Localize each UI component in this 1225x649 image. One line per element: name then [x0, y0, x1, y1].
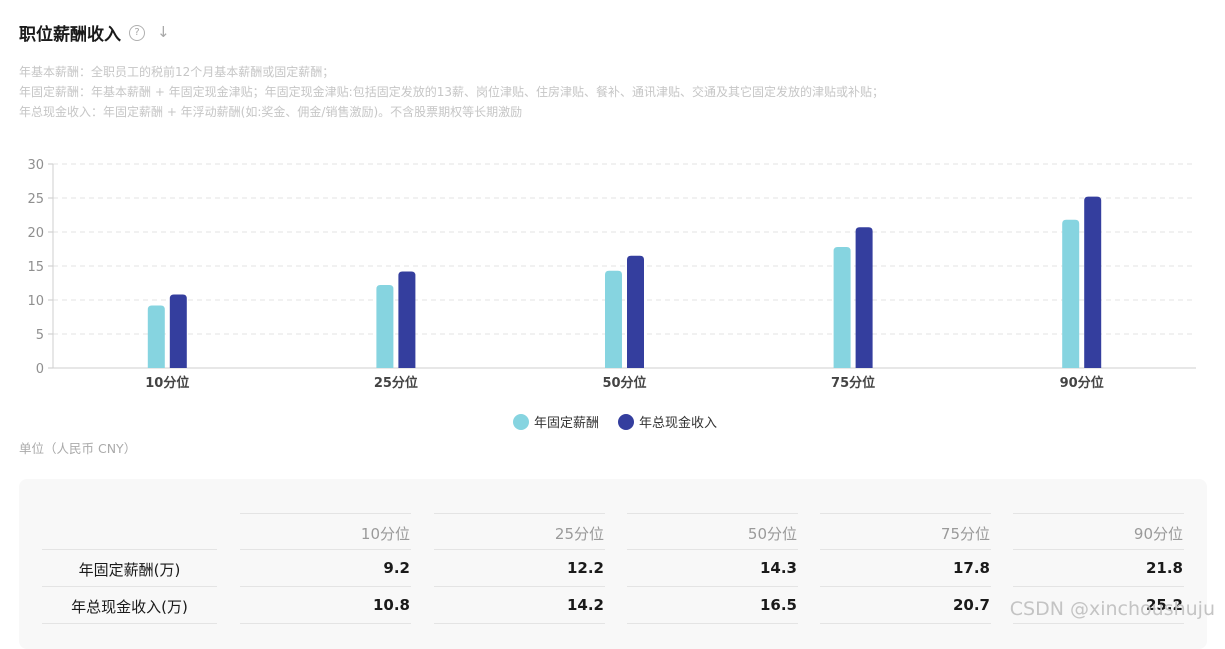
y-tick-label: 10 [27, 294, 44, 309]
bar [398, 271, 416, 368]
x-tick-label: 10分位 [145, 375, 189, 391]
help-icon[interactable]: ? [129, 24, 145, 41]
table-divider [627, 586, 798, 587]
table-cell: 14.3 [759, 559, 797, 577]
bar [376, 285, 394, 368]
bar [627, 255, 644, 368]
table-divider [627, 549, 798, 550]
bar [169, 294, 187, 368]
unit-label: 单位（人民币 CNY） [19, 441, 137, 456]
legend-label: 年固定薪酬 [534, 416, 599, 431]
column-header: 75分位 [940, 525, 990, 543]
table-divider [434, 586, 605, 587]
bar [1084, 196, 1102, 368]
note-line: 年固定薪酬：年基本薪酬 + 年固定现金津贴；年固定现金津贴:包括固定发放的13薪… [19, 85, 885, 99]
table-divider [1013, 623, 1184, 624]
note-line: 年基本薪酬：全职员工的税前12个月基本薪酬或固定薪酬； [19, 65, 335, 79]
definition-notes: 年基本薪酬：全职员工的税前12个月基本薪酬或固定薪酬； 年固定薪酬：年基本薪酬 … [19, 62, 884, 122]
table-divider [42, 623, 217, 624]
legend-swatch [618, 414, 634, 430]
table-divider [240, 586, 411, 587]
table-divider [434, 549, 605, 550]
y-tick-label: 5 [36, 328, 44, 343]
x-tick-label: 50分位 [602, 375, 646, 391]
y-tick-label: 20 [27, 226, 44, 241]
y-tick-label: 15 [27, 260, 44, 275]
table-divider [820, 513, 991, 514]
table-divider [240, 623, 411, 624]
column-header: 90分位 [1133, 525, 1183, 543]
table-cell: 16.5 [759, 596, 797, 614]
x-tick-label: 25分位 [374, 375, 418, 391]
table-divider [820, 549, 991, 550]
table-cell: 9.2 [383, 559, 410, 577]
table-divider [820, 623, 991, 624]
note-line: 年总现金收入：年固定薪酬 + 年浮动薪酬(如:奖金、佣金/销售激励)。不含股票期… [19, 105, 523, 119]
table-divider [42, 549, 217, 550]
bar [833, 246, 851, 368]
title-row: 职位薪酬收入 ? ↓ [19, 20, 170, 45]
table-divider [42, 586, 217, 587]
row-label: 年总现金收入(万) [71, 598, 188, 616]
bar [147, 305, 165, 368]
table-divider [627, 623, 798, 624]
column-header: 25分位 [554, 525, 604, 543]
salary-bar-chart: 0 5 10 15 20 25 30 10分位 25分位 50分位 75分位 90分位年固定薪酬 年总现… [27, 158, 1196, 431]
x-tick-label: 75分位 [831, 375, 875, 391]
table-divider [434, 513, 605, 514]
x-tick-label: 90分位 [1060, 375, 1104, 391]
download-icon[interactable]: ↓ [157, 25, 170, 40]
table-cell: 10.8 [372, 596, 410, 614]
table-divider [820, 586, 991, 587]
table-divider [240, 549, 411, 550]
y-tick-label: 25 [27, 192, 44, 207]
bar [1062, 219, 1080, 368]
table-divider [627, 513, 798, 514]
table-cell: 14.2 [566, 596, 604, 614]
bar [855, 227, 873, 368]
bar [605, 270, 622, 368]
table-divider [434, 623, 605, 624]
y-tick-label: 30 [27, 158, 44, 173]
y-tick-label: 0 [36, 362, 44, 377]
table-divider [1013, 586, 1184, 587]
table-divider [240, 513, 411, 514]
table-divider [1013, 549, 1184, 550]
table-divider [1013, 513, 1184, 514]
column-header: 10分位 [360, 525, 410, 543]
legend-swatch [513, 414, 529, 430]
salary-table: 10分位 25分位 50分位 75分位 90分位年固定薪酬(万) 9.2 12.2 14.3 1… [19, 479, 1207, 649]
row-label: 年固定薪酬(万) [78, 561, 181, 579]
table-cell: 21.8 [1145, 559, 1183, 577]
column-header: 50分位 [747, 525, 797, 543]
table-cell: 17.8 [952, 559, 990, 577]
watermark: CSDN @xinchoushuju [1009, 598, 1215, 620]
table-cell: 12.2 [566, 559, 604, 577]
table-cell: 20.7 [952, 596, 990, 614]
legend-label: 年总现金收入 [639, 415, 717, 431]
page-title: 职位薪酬收入 [19, 25, 121, 45]
